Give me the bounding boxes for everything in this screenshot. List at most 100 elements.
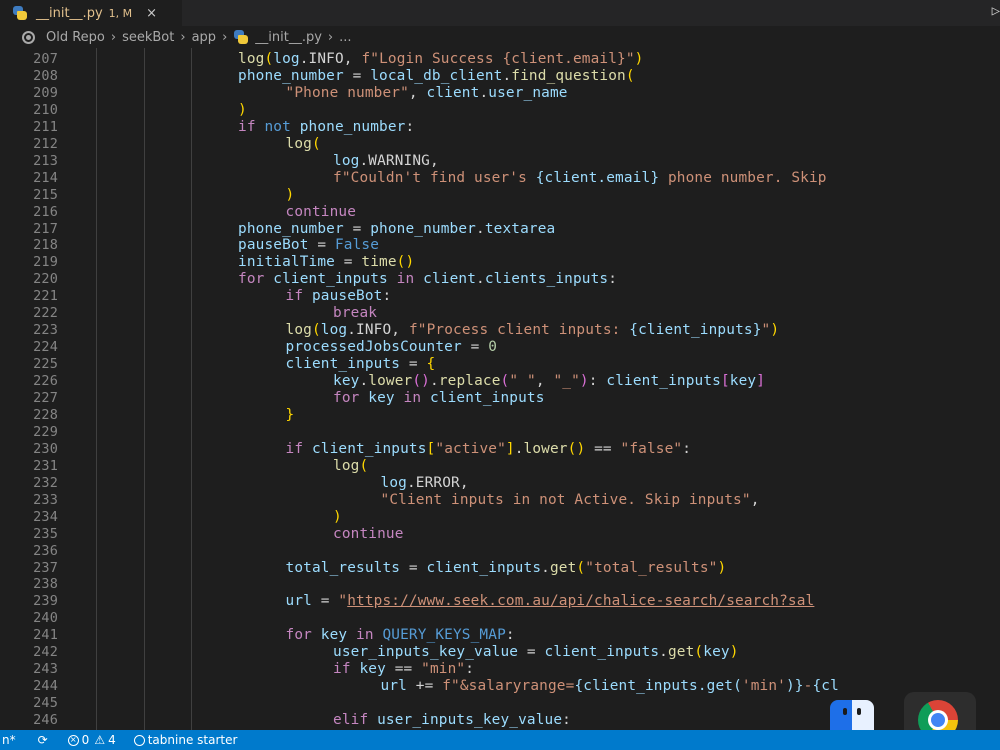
code-token: ] bbox=[505, 440, 515, 457]
code-text: for key in client_inputs bbox=[333, 390, 545, 407]
code-line[interactable]: 221 if pauseBot: bbox=[0, 288, 1000, 305]
code-token: .WARNING, bbox=[359, 152, 439, 169]
code-line[interactable]: 242 user_inputs_key_value = client_inputs… bbox=[0, 644, 1000, 661]
code-line[interactable]: 213 log.WARNING, bbox=[0, 153, 1000, 170]
code-line[interactable]: 208 phone_number = local_db_client.find_q… bbox=[0, 68, 1000, 85]
line-number: 244 bbox=[33, 678, 58, 695]
breadcrumb-item-file[interactable]: __init__.py bbox=[255, 30, 322, 45]
line-number: 240 bbox=[33, 610, 58, 627]
code-token: : bbox=[465, 661, 475, 678]
branch-label: n* bbox=[2, 733, 16, 747]
code-line[interactable]: 219 initialTime = time() bbox=[0, 254, 1000, 271]
code-line[interactable]: 216 continue bbox=[0, 204, 1000, 221]
code-token: continue bbox=[285, 203, 357, 220]
code-token: . bbox=[541, 559, 550, 576]
code-line[interactable]: 211 if not phone_number: bbox=[0, 119, 1000, 136]
code-line[interactable]: 234) bbox=[0, 509, 1000, 526]
code-line[interactable]: 207 log(log.INFO, f"Login Success {client… bbox=[0, 51, 1000, 68]
code-line[interactable]: 239 url = "https://www.seek.com.au/api/ch… bbox=[0, 593, 1000, 610]
code-line[interactable]: 215) bbox=[0, 187, 1000, 204]
code-line[interactable]: 230 if client_inputs["active"].lower() ==… bbox=[0, 441, 1000, 458]
code-token: . bbox=[476, 271, 485, 288]
code-line[interactable]: 240 bbox=[0, 610, 1000, 627]
breadcrumb-item-app[interactable]: app bbox=[192, 30, 216, 45]
code-line[interactable]: 212 log( bbox=[0, 136, 1000, 153]
code-token: break bbox=[333, 305, 378, 322]
code-line[interactable]: 218 pauseBot = False bbox=[0, 237, 1000, 254]
code-line[interactable]: 209 "Phone number", client.user_name bbox=[0, 85, 1000, 102]
code-line[interactable]: 214 f"Couldn't find user's {client.email}… bbox=[0, 170, 1000, 187]
code-token: .ERROR, bbox=[406, 474, 469, 491]
code-token: " bbox=[338, 593, 348, 610]
code-token: for bbox=[285, 627, 321, 644]
code-text: log.WARNING, bbox=[333, 153, 439, 170]
code-line[interactable]: 232 log.ERROR, bbox=[0, 475, 1000, 492]
code-token: log bbox=[273, 51, 300, 67]
code-line[interactable]: 227 for key in client_inputs bbox=[0, 390, 1000, 407]
run-icon[interactable]: ▷ bbox=[992, 3, 1000, 19]
code-line[interactable]: 224 processedJobsCounter = 0 bbox=[0, 339, 1000, 356]
breadcrumb-item-more[interactable]: ... bbox=[339, 30, 351, 45]
line-number: 212 bbox=[33, 135, 58, 152]
code-token: ) bbox=[717, 559, 727, 576]
finder-icon[interactable] bbox=[830, 700, 874, 730]
code-line[interactable]: 236 bbox=[0, 543, 1000, 560]
code-text: f"Couldn't find user's {client.email} ph… bbox=[333, 170, 827, 187]
code-line[interactable]: 241 for key in QUERY_KEYS_MAP: bbox=[0, 627, 1000, 644]
line-number: 207 bbox=[33, 51, 58, 67]
code-token: . bbox=[514, 440, 524, 457]
code-line[interactable]: 231 log( bbox=[0, 458, 1000, 475]
code-token: ) bbox=[238, 101, 247, 118]
code-token: ( bbox=[311, 135, 321, 152]
warning-count: 4 bbox=[108, 733, 116, 747]
code-token: key bbox=[359, 661, 386, 678]
code-line[interactable]: 238 bbox=[0, 576, 1000, 593]
code-line[interactable]: 222 break bbox=[0, 305, 1000, 322]
code-line[interactable]: 210) bbox=[0, 102, 1000, 119]
code-text: user_inputs_key_value = client_inputs.ge… bbox=[333, 644, 739, 661]
close-icon[interactable]: × bbox=[146, 6, 157, 21]
code-token: key bbox=[729, 373, 757, 390]
code-line[interactable]: 225 client_inputs = { bbox=[0, 356, 1000, 373]
code-line[interactable]: 229 bbox=[0, 424, 1000, 441]
source-control-icon bbox=[22, 30, 35, 44]
code-token: , bbox=[535, 373, 554, 390]
code-token: client_inputs bbox=[606, 373, 721, 390]
code-line[interactable]: 235 continue bbox=[0, 526, 1000, 543]
code-line[interactable]: 226 key.lower().replace(" ", "_"): client… bbox=[0, 373, 1000, 390]
code-text: total_results = client_inputs.get("total… bbox=[286, 560, 727, 577]
code-token: pauseBot bbox=[238, 237, 309, 254]
code-token: key bbox=[368, 390, 395, 406]
problems-status[interactable]: × 0 ⚠ 4 bbox=[67, 733, 116, 747]
code-line[interactable]: 243 if key == "min": bbox=[0, 661, 1000, 678]
code-token: {client_inputs} bbox=[629, 322, 762, 339]
code-line[interactable]: 233 "Client inputs in not Active. Skip in… bbox=[0, 492, 1000, 509]
tabnine-status[interactable]: tabnine starter bbox=[133, 733, 237, 747]
code-token: log bbox=[238, 51, 265, 67]
code-token: key bbox=[333, 373, 360, 390]
code-line[interactable]: 217 phone_number = phone_number.textarea bbox=[0, 221, 1000, 238]
line-number: 245 bbox=[33, 695, 58, 712]
branch-status[interactable]: n* bbox=[2, 733, 16, 747]
code-line[interactable]: 223 log(log.INFO, f"Process client inputs… bbox=[0, 322, 1000, 339]
code-token: client_inputs bbox=[426, 559, 542, 576]
sync-icon[interactable]: ⟳ bbox=[38, 733, 48, 747]
breadcrumb-item-repo[interactable]: Old Repo bbox=[46, 30, 105, 45]
python-file-icon bbox=[233, 30, 249, 44]
code-token: find_question bbox=[511, 67, 626, 84]
code-text: if not phone_number: bbox=[238, 119, 414, 136]
breadcrumb-item-seekbot[interactable]: seekBot bbox=[122, 30, 174, 45]
code-text: if client_inputs["active"].lower() == "f… bbox=[286, 441, 692, 458]
code-token: log bbox=[320, 322, 348, 339]
code-text: url += f"&salaryrange={client_inputs.get… bbox=[381, 678, 839, 695]
code-token: processedJobsCounter bbox=[285, 339, 462, 356]
code-line[interactable]: 237 total_results = client_inputs.get("to… bbox=[0, 560, 1000, 577]
code-editor[interactable]: 207 log(log.INFO, f"Login Success {client… bbox=[0, 48, 1000, 730]
code-line[interactable]: 228} bbox=[0, 407, 1000, 424]
code-line[interactable]: 244 url += f"&salaryrange={client_inputs.… bbox=[0, 678, 1000, 695]
code-token: .INFO, bbox=[299, 51, 362, 67]
line-number: 227 bbox=[33, 390, 58, 406]
code-line[interactable]: 220 for client_inputs in client.clients_i… bbox=[0, 271, 1000, 288]
code-token: for bbox=[333, 390, 369, 406]
tab-init-py[interactable]: __init__.py 1, M × bbox=[0, 0, 182, 26]
